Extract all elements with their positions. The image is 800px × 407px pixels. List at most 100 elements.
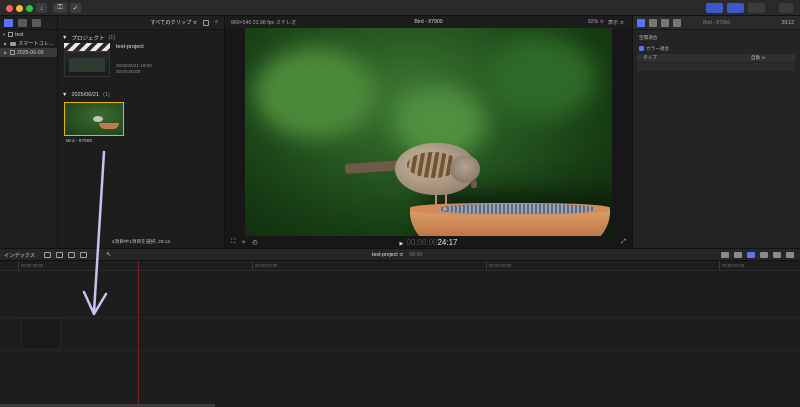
viewer-pane: 960×540 23.98 fps ステレオ Bird - 87900 92% … <box>225 16 633 248</box>
disclosure-icon[interactable]: ▼ <box>62 35 67 41</box>
disclosure-icon[interactable]: ▼ <box>62 92 67 98</box>
import-icon[interactable]: ↓ <box>36 3 47 13</box>
solo-icon[interactable] <box>734 252 742 258</box>
playhead[interactable] <box>138 261 139 407</box>
browser-layout-icon[interactable] <box>706 3 723 13</box>
projects-section-title: プロジェクト <box>71 36 105 42</box>
video-inspector-tab-icon[interactable] <box>637 18 645 27</box>
sidebar-item-event[interactable]: ▶ 2025-06-09 <box>0 48 57 57</box>
check-icon[interactable]: ✓ <box>70 3 81 13</box>
folder-icon <box>10 41 16 46</box>
close-window-button[interactable] <box>6 5 13 12</box>
clip-thumbnail[interactable] <box>64 102 124 136</box>
titles-generators-tab-icon[interactable] <box>32 19 41 27</box>
clip-item[interactable]: Bird - 87900 <box>64 102 124 147</box>
viewer-controls: ⛶ ✧ ◴ ▶ 00:00:0024:17 ⤢ <box>225 236 632 248</box>
snapping-icon[interactable] <box>747 252 755 258</box>
zoom-window-button[interactable] <box>26 5 33 12</box>
audio-inspector-tab-icon[interactable] <box>649 18 657 27</box>
color-conform-checkbox[interactable]: カラー適合 <box>639 46 669 52</box>
project-item[interactable]: test-project 2025/06/21 19:00 00:00:00:0… <box>64 43 224 87</box>
checkbox-icon[interactable] <box>639 46 644 51</box>
ruler-label: 00:00:02:00 <box>489 263 512 268</box>
ruler-label: 00:00:01:00 <box>255 263 278 268</box>
zoom-menu[interactable]: 92% ≎ <box>588 19 604 25</box>
sidebar-item-smart-collections[interactable]: ▶ スマートコレ… <box>0 39 57 48</box>
type-popup[interactable]: 自動 ≎ <box>751 55 765 61</box>
libraries-tab-icon[interactable] <box>4 19 13 27</box>
clip-appearance-icon[interactable] <box>760 252 768 258</box>
ruler-label: 00:00:00:00 <box>21 263 44 268</box>
browser-header: すべてのクリップ ≎ ⌕ <box>58 16 224 30</box>
effects-browser-icon[interactable] <box>786 252 794 258</box>
timeline-zoom-icon[interactable] <box>773 252 781 258</box>
disclosure-icon[interactable]: ▶ <box>4 50 8 55</box>
timecode-leading: 00:00:00 <box>406 237 438 247</box>
inspector-title: Bird - 87900 <box>703 20 731 26</box>
timecode-value: 24:17 <box>437 237 458 247</box>
sidebar-item-label: 2025-06-09 <box>17 49 44 56</box>
clip-filter-menu[interactable]: すべてのクリップ ≎ <box>150 19 197 26</box>
projects-section-header[interactable]: ▼ プロジェクト (1) <box>58 33 224 43</box>
index-button[interactable]: インデックス <box>4 252 35 259</box>
type-label: タイプ <box>643 55 657 60</box>
play-icon[interactable]: ▶ <box>399 241 403 247</box>
info-inspector-tab-icon[interactable] <box>661 18 669 27</box>
timeline-ruler[interactable]: 00:00:00:00 00:00:01:00 00:00:02:00 00:0… <box>0 261 800 271</box>
timeline-project-name: test-project ≎ <box>372 252 404 258</box>
inspector-duration: 29:12 <box>781 20 794 26</box>
sidebar-item-library[interactable]: ▼ test <box>0 30 57 39</box>
checkbox-label: カラー適合 <box>646 46 669 51</box>
disclosure-icon[interactable]: ▼ <box>2 32 6 37</box>
view-menu[interactable]: 表示 ≎ <box>608 19 624 26</box>
search-icon[interactable]: ⌕ <box>215 19 218 26</box>
timeline-project[interactable]: test-project ≎ 00:00 <box>372 252 422 258</box>
ruler-label: 00:00:03:00 <box>722 263 745 268</box>
clips-section-header[interactable]: ▼ 2025/06/21 (1) <box>58 90 224 100</box>
share-icon[interactable] <box>779 3 793 13</box>
key-icon[interactable]: ⚿ <box>53 3 67 13</box>
clips-count: (1) <box>102 92 110 98</box>
sidebar-item-label: test <box>15 31 24 38</box>
libraries-sidebar: ▼ test ▶ スマートコレ… ▶ 2025-06-09 <box>0 16 58 248</box>
track-divider <box>0 350 800 351</box>
gap-clip[interactable] <box>21 318 61 349</box>
project-name: test-project <box>116 44 144 50</box>
sidebar-item-label: スマートコレ… <box>18 41 55 47</box>
timeline-project-duration: 00:00 <box>409 252 423 258</box>
library-icon <box>8 32 13 37</box>
track-divider <box>0 317 800 318</box>
fullscreen-icon[interactable]: ⤢ <box>621 239 626 246</box>
toolbar: ↓ ⚿ ✓ <box>0 0 800 16</box>
photos-audio-tab-icon[interactable] <box>18 19 27 27</box>
second-row <box>637 63 795 71</box>
insert-clip-icon[interactable] <box>56 252 63 258</box>
append-clip-icon[interactable] <box>68 252 75 258</box>
audio-skimming-icon[interactable] <box>721 252 729 258</box>
clips-section-title: 2025/06/21 <box>71 92 99 98</box>
drag-arrow-annotation <box>82 150 108 316</box>
viewer-header: 960×540 23.98 fps ステレオ Bird - 87900 92% … <box>225 16 632 28</box>
type-row <box>637 54 795 62</box>
clip-name: Bird - 87900 <box>66 139 93 144</box>
viewer-title: Bird - 87900 <box>414 19 443 25</box>
project-thumbnail[interactable] <box>64 51 110 77</box>
project-duration: 00:00:00:00 <box>116 69 141 74</box>
inspector-layout-icon[interactable] <box>748 3 765 13</box>
connect-clip-icon[interactable] <box>44 252 51 258</box>
clapper-icon <box>64 43 110 51</box>
timeline-layout-icon[interactable] <box>727 3 744 13</box>
video-frame[interactable] <box>245 28 612 236</box>
disclosure-icon[interactable]: ▶ <box>4 41 8 46</box>
inspector-pane: Bird - 87900 29:12 空間適合 カラー適合 タイプ 自動 ≎ エ… <box>633 16 800 262</box>
minimize-window-button[interactable] <box>16 5 23 12</box>
browser-tabs <box>0 16 57 30</box>
event-icon <box>10 50 15 55</box>
timecode-display[interactable]: ▶ 00:00:0024:17 <box>225 238 632 247</box>
timeline-area[interactable] <box>0 271 800 407</box>
inspector-header: Bird - 87900 29:12 <box>633 16 800 30</box>
share-inspector-tab-icon[interactable] <box>673 18 681 27</box>
projects-count: (1) <box>108 35 116 41</box>
clip-appearance-icon[interactable] <box>203 19 210 26</box>
inspector-section-title: 空間適合 <box>639 35 658 40</box>
